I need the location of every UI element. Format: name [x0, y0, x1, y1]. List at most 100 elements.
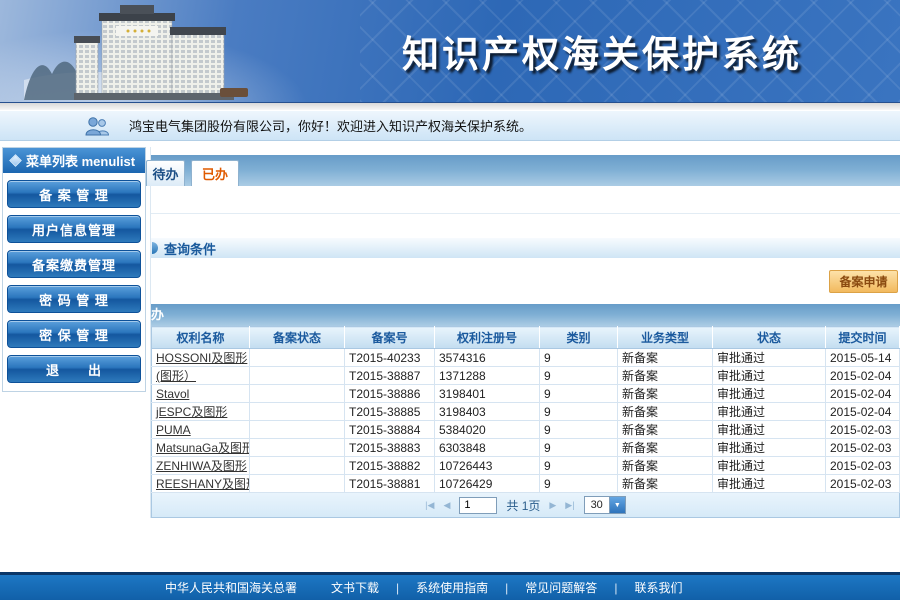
- cell-category: 9: [540, 439, 618, 457]
- done-list-title: 已办: [151, 304, 164, 326]
- cell-submit-time: 2015-02-04: [826, 367, 900, 385]
- footer-agency[interactable]: 中华人民共和国海关总署: [165, 579, 297, 596]
- table-row: Stavol T2015-38886 3198401 9 新备案 审批通过 20…: [152, 385, 900, 403]
- sidebar-item-record-payment[interactable]: 备案缴费管理: [7, 250, 141, 278]
- welcome-bar: 鸿宝电气集团股份有限公司，你好！欢迎进入知识产权海关保护系统。: [0, 110, 900, 141]
- right-name-link[interactable]: PUMA: [156, 423, 191, 437]
- cell-record-no: T2015-38884: [345, 421, 435, 439]
- sidebar-item-logout[interactable]: 退 出: [7, 355, 141, 383]
- right-name-link[interactable]: ZENHIWA及图形: [156, 459, 247, 473]
- right-name-link[interactable]: Stavol: [156, 387, 189, 401]
- sidebar-header: 菜单列表 menulist: [3, 148, 145, 173]
- cell-biz-type: 新备案: [618, 475, 713, 493]
- footer-separator: |: [505, 581, 508, 595]
- cell-submit-time: 2015-02-04: [826, 385, 900, 403]
- sidebar-item-password-management[interactable]: 密 码 管 理: [7, 285, 141, 313]
- cell-submit-time: 2015-02-04: [826, 403, 900, 421]
- cell-state: 审批通过: [713, 457, 826, 475]
- table-row: jESPC及图形 T2015-38885 3198403 9 新备案 审批通过 …: [152, 403, 900, 421]
- cell-category: 9: [540, 403, 618, 421]
- query-conditions-header[interactable]: 查询条件: [151, 237, 900, 258]
- table-row: (图形） T2015-38887 1371288 9 新备案 审批通过 2015…: [152, 367, 900, 385]
- cell-reg-no: 10726443: [435, 457, 540, 475]
- column-header: 提交时间: [826, 327, 900, 349]
- sidebar-item-user-info[interactable]: 用户信息管理: [7, 215, 141, 243]
- footer-link-downloads[interactable]: 文书下载: [331, 579, 379, 596]
- query-conditions-title: 查询条件: [164, 239, 216, 258]
- cell-biz-type: 新备案: [618, 367, 713, 385]
- table-row: MatsunaGa及图形 T2015-38883 6303848 9 新备案 审…: [152, 439, 900, 457]
- cell-submit-time: 2015-05-14: [826, 349, 900, 367]
- last-page-icon[interactable]: ▶|: [565, 500, 574, 511]
- right-name-link[interactable]: (图形）: [156, 369, 196, 383]
- next-page-icon[interactable]: ▶: [549, 500, 556, 511]
- cell-record-no: T2015-38886: [345, 385, 435, 403]
- cell-category: 9: [540, 385, 618, 403]
- footer-bar: 中华人民共和国海关总署 文书下载 | 系统使用指南 | 常见问题解答 | 联系我…: [0, 572, 900, 600]
- cell-right-name: PUMA: [152, 421, 250, 439]
- cell-record-no: T2015-38885: [345, 403, 435, 421]
- cell-reg-no: 1371288: [435, 367, 540, 385]
- footer-link-user-guide[interactable]: 系统使用指南: [416, 579, 488, 596]
- footer-separator: |: [396, 581, 399, 595]
- content-gap: [151, 186, 900, 237]
- sidebar-item-security-management[interactable]: 密 保 管 理: [7, 320, 141, 348]
- done-list-band: 已办: [151, 304, 900, 326]
- main-content: 待办 已办 查询条件 备案申请 已办 权利名称备案状态备案号权利注册号类别业务类: [150, 147, 900, 518]
- cell-record-status: [250, 367, 345, 385]
- cell-record-no: T2015-40233: [345, 349, 435, 367]
- footer-link-faq[interactable]: 常见问题解答: [525, 579, 597, 596]
- cell-state: 审批通过: [713, 349, 826, 367]
- page-size-select[interactable]: 30 ▼: [584, 496, 626, 514]
- record-apply-button[interactable]: 备案申请: [829, 270, 898, 293]
- cell-record-no: T2015-38883: [345, 439, 435, 457]
- cell-state: 审批通过: [713, 421, 826, 439]
- cell-right-name: Stavol: [152, 385, 250, 403]
- cell-right-name: (图形）: [152, 367, 250, 385]
- action-row: 备案申请: [151, 258, 900, 304]
- cell-right-name: HOSSONI及图形: [152, 349, 250, 367]
- table-row: REESHANY及图形 T2015-38881 10726429 9 新备案 审…: [152, 475, 900, 493]
- cell-reg-no: 5384020: [435, 421, 540, 439]
- cell-biz-type: 新备案: [618, 439, 713, 457]
- table-body: HOSSONI及图形 T2015-40233 3574316 9 新备案 审批通…: [152, 349, 900, 493]
- cell-record-status: [250, 439, 345, 457]
- sidebar-item-record-management[interactable]: 备 案 管 理: [7, 180, 141, 208]
- column-header: 业务类型: [618, 327, 713, 349]
- right-name-link[interactable]: jESPC及图形: [156, 405, 227, 419]
- tab-done[interactable]: 已办: [191, 160, 239, 186]
- cell-right-name: jESPC及图形: [152, 403, 250, 421]
- footer-link-contact[interactable]: 联系我们: [634, 579, 682, 596]
- first-page-icon[interactable]: |◀: [425, 500, 434, 511]
- customs-building-image: [24, 4, 274, 100]
- header-banner: 知识产权海关保护系统: [0, 0, 900, 103]
- divider-line: [151, 213, 900, 214]
- table-header-row: 权利名称备案状态备案号权利注册号类别业务类型状态提交时间: [152, 327, 900, 349]
- sidebar-menu: 菜单列表 menulist 备 案 管 理 用户信息管理 备案缴费管理 密 码 …: [2, 147, 146, 392]
- column-header: 备案状态: [250, 327, 345, 349]
- table-row: ZENHIWA及图形 T2015-38882 10726443 9 新备案 审批…: [152, 457, 900, 475]
- cell-biz-type: 新备案: [618, 385, 713, 403]
- cell-state: 审批通过: [713, 385, 826, 403]
- cell-submit-time: 2015-02-03: [826, 457, 900, 475]
- column-header: 备案号: [345, 327, 435, 349]
- cell-reg-no: 3198401: [435, 385, 540, 403]
- cell-record-status: [250, 349, 345, 367]
- cell-record-status: [250, 457, 345, 475]
- page-number-input[interactable]: [459, 497, 497, 514]
- page-title: 知识产权海关保护系统: [402, 24, 802, 78]
- users-icon: [84, 116, 111, 136]
- right-name-link[interactable]: HOSSONI及图形: [156, 351, 247, 365]
- cell-reg-no: 3574316: [435, 349, 540, 367]
- total-pages-label: 共 1页: [506, 497, 540, 514]
- tab-pending[interactable]: 待办: [146, 160, 185, 186]
- cell-record-no: T2015-38881: [345, 475, 435, 493]
- app-window: 知识产权海关保护系统 鸿宝电气集团股份有限公司，你好！欢迎进入知识产权海关保护系…: [0, 0, 900, 600]
- prev-page-icon[interactable]: ◀: [443, 500, 450, 511]
- right-name-link[interactable]: REESHANY及图形: [156, 477, 250, 491]
- footer-separator: |: [614, 581, 617, 595]
- right-name-link[interactable]: MatsunaGa及图形: [156, 441, 250, 455]
- bullet-icon: [152, 242, 158, 254]
- cell-biz-type: 新备案: [618, 421, 713, 439]
- cell-category: 9: [540, 367, 618, 385]
